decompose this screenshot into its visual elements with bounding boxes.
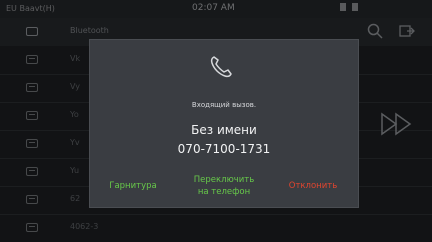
phone-icon	[210, 56, 232, 78]
caller-name: Без имени	[191, 123, 257, 137]
screen: EU Baavt(H) 02:07 AM Bluetooth Vk Vy Yo …	[0, 0, 432, 242]
switch-to-phone-label-line1: Переключить	[193, 175, 255, 185]
switch-to-phone-button[interactable]: Переключить на телефон	[175, 174, 273, 200]
switch-to-phone-label-line2: на телефон	[197, 187, 251, 197]
dialog-title: Входящий вызов.	[191, 101, 257, 109]
incoming-call-dialog: Входящий вызов. Без имени 070-7100-1731 …	[89, 39, 359, 208]
reject-button[interactable]: Отклонить	[276, 180, 350, 206]
headset-button[interactable]: Гарнитура	[100, 180, 166, 206]
headset-button-label: Гарнитура	[109, 181, 157, 191]
reject-button-label: Отклонить	[288, 181, 338, 191]
caller-number: 070-7100-1731	[177, 142, 271, 156]
